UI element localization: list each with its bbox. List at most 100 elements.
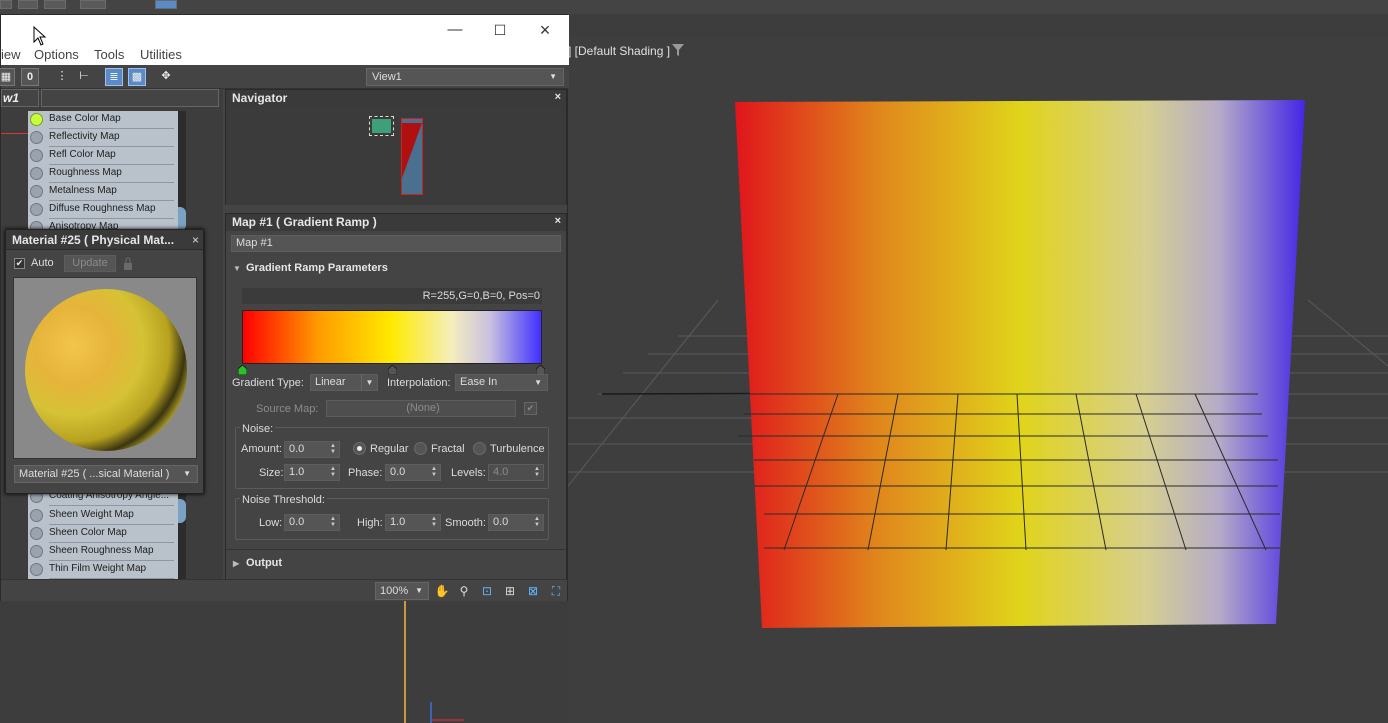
layout-vertical-icon[interactable]: ⋮ — [53, 68, 71, 86]
low-label: Low: — [259, 517, 283, 529]
menu-utilities[interactable]: Utilities — [140, 47, 182, 62]
auto-checkbox[interactable]: ✔ — [14, 258, 25, 269]
show-list-icon[interactable]: ≣ — [105, 68, 123, 86]
toolbar-button[interactable] — [0, 0, 12, 9]
navigator-header: Navigator × — [226, 90, 566, 107]
slot-socket-icon[interactable] — [30, 113, 43, 126]
select-icon[interactable]: ✥ — [157, 68, 175, 86]
spinner-arrows-icon[interactable]: ▲ ▼ — [330, 443, 336, 455]
zoom-icon[interactable]: ⚲ — [456, 583, 472, 599]
node-slot[interactable]: Sheen Color Map — [28, 525, 178, 543]
map-name-field[interactable]: Map #1 — [231, 235, 561, 252]
output-rollout[interactable]: ▶ Output — [231, 555, 561, 573]
minimize-icon[interactable]: — — [443, 19, 467, 41]
slot-label: Metalness Map — [49, 185, 117, 196]
slot-socket-icon[interactable] — [30, 185, 43, 198]
source-map-button[interactable]: (None) — [326, 400, 516, 417]
frame-icon[interactable]: ⛶ — [548, 583, 564, 599]
spinner-arrows-icon[interactable]: ▲ ▼ — [431, 466, 437, 478]
toolbar-button[interactable] — [18, 0, 38, 9]
spinner-arrows-icon[interactable]: ▲ ▼ — [330, 516, 336, 528]
material-select[interactable]: Material #25 ( ...sical Material ) ▼ — [14, 465, 198, 483]
slot-socket-icon[interactable] — [30, 203, 43, 216]
view-select[interactable]: View1 ▼ — [366, 68, 564, 86]
gradient-flag-mid-icon[interactable] — [388, 365, 397, 375]
window-titlebar[interactable]: — ☐ × — [1, 15, 569, 45]
node-slot[interactable]: Sheen Weight Map — [28, 507, 178, 525]
node-slot[interactable]: Roughness Map — [28, 165, 178, 183]
noise-fractal-radio[interactable] — [414, 442, 427, 455]
slot-socket-icon[interactable] — [30, 167, 43, 180]
size-spinner[interactable]: 1.0 ▲ ▼ — [284, 464, 340, 481]
viewport-shading-label[interactable]: ] [Default Shading ] — [568, 44, 670, 58]
phase-spinner[interactable]: 0.0 ▲ ▼ — [385, 464, 441, 481]
spinner-arrows-icon[interactable]: ▲ ▼ — [534, 466, 540, 478]
node-slot[interactable]: Refl Color Map — [28, 147, 178, 165]
pan-hand-icon[interactable]: ✋ — [434, 583, 450, 599]
node-slot[interactable]: Reflectivity Map — [28, 129, 178, 147]
gradient-ramp-rollout[interactable]: ▼ Gradient Ramp Parameters — [231, 260, 561, 278]
gradient-type-select[interactable]: Linear ▼ — [310, 374, 378, 391]
navigator-material-node — [401, 118, 423, 195]
toolbar-button[interactable] — [80, 0, 106, 9]
layout-icon[interactable]: ▦ — [0, 68, 15, 86]
slot-socket-icon[interactable] — [30, 527, 43, 540]
zoom-extents-selected-icon[interactable]: ⊠ — [525, 583, 541, 599]
zoom-extents-icon[interactable]: ⊞ — [502, 583, 518, 599]
high-spinner[interactable]: 1.0 ▲ ▼ — [385, 514, 441, 531]
noise-turbulence-radio[interactable] — [473, 442, 486, 455]
slot-socket-icon[interactable] — [30, 131, 43, 144]
spinner-arrows-icon[interactable]: ▲ ▼ — [534, 516, 540, 528]
preview-icon[interactable]: ▩ — [128, 68, 146, 86]
slot-socket-icon[interactable] — [30, 545, 43, 558]
noise-regular-label: Regular — [370, 443, 409, 455]
zero-button[interactable]: 0 — [21, 68, 39, 86]
node-slot[interactable]: Metalness Map — [28, 183, 178, 201]
node-output-socket[interactable] — [178, 499, 186, 523]
spinner-arrows-icon[interactable]: ▲ ▼ — [431, 516, 437, 528]
interpolation-select[interactable]: Ease In ▼ — [455, 374, 548, 391]
low-spinner[interactable]: 0.0 ▲ ▼ — [284, 514, 340, 531]
navigator-view[interactable] — [226, 107, 566, 205]
close-icon[interactable]: × — [555, 215, 561, 227]
spinner-arrows-icon[interactable]: ▲ ▼ — [330, 466, 336, 478]
toolbar-button-active[interactable] — [155, 0, 177, 9]
rollout-collapsed-icon: ▶ — [233, 559, 240, 568]
gradient-ramp-bar[interactable] — [242, 310, 542, 364]
levels-spinner[interactable]: 4.0 ▲ ▼ — [488, 464, 544, 481]
noise-regular-radio[interactable] — [353, 442, 366, 455]
zoom-region-icon[interactable]: ⊡ — [479, 583, 495, 599]
node-slot[interactable]: Diffuse Roughness Map — [28, 201, 178, 219]
material-preview-title[interactable]: Material #25 ( Physical Mat... — [6, 230, 203, 250]
viewport-scene — [568, 100, 1388, 628]
gradient-flag-start-icon[interactable] — [238, 365, 247, 375]
amount-spinner[interactable]: 0.0 ▲ ▼ — [284, 441, 340, 458]
perspective-viewport[interactable]: ] [Default Shading ] z — [568, 36, 1388, 723]
source-map-label: Source Map: — [256, 403, 319, 415]
node-view[interactable]: w1 Base Color Map Reflectivity Map Refl … — [1, 89, 223, 579]
close-icon[interactable]: × — [555, 91, 561, 103]
slot-socket-icon[interactable] — [30, 149, 43, 162]
slot-socket-icon[interactable] — [30, 563, 43, 576]
update-button[interactable]: Update — [64, 255, 116, 272]
close-icon[interactable]: × — [533, 19, 557, 41]
zoom-select[interactable]: 100% ▼ — [375, 582, 429, 600]
menu-view[interactable]: iew — [1, 47, 21, 62]
maximize-icon[interactable]: ☐ — [488, 19, 512, 41]
node-slot[interactable]: Sheen Roughness Map — [28, 543, 178, 561]
gradient-plane[interactable] — [735, 100, 1305, 628]
node-slot[interactable]: Thin Film Weight Map — [28, 561, 178, 579]
lock-icon[interactable] — [122, 257, 134, 271]
layout-children-icon[interactable]: ⊢ — [75, 68, 93, 86]
menu-options[interactable]: Options — [34, 47, 79, 62]
node-output-socket[interactable] — [178, 207, 186, 231]
close-icon[interactable]: × — [192, 233, 199, 247]
menu-tools[interactable]: Tools — [94, 47, 124, 62]
view-tab[interactable]: w1 — [1, 89, 39, 107]
source-map-checkbox[interactable]: ✔ — [524, 402, 537, 415]
smooth-spinner[interactable]: 0.0 ▲ ▼ — [488, 514, 544, 531]
filter-icon[interactable] — [672, 44, 684, 56]
node-slot[interactable]: Base Color Map — [28, 111, 178, 129]
slot-socket-icon[interactable] — [30, 509, 43, 522]
toolbar-button[interactable] — [44, 0, 66, 9]
